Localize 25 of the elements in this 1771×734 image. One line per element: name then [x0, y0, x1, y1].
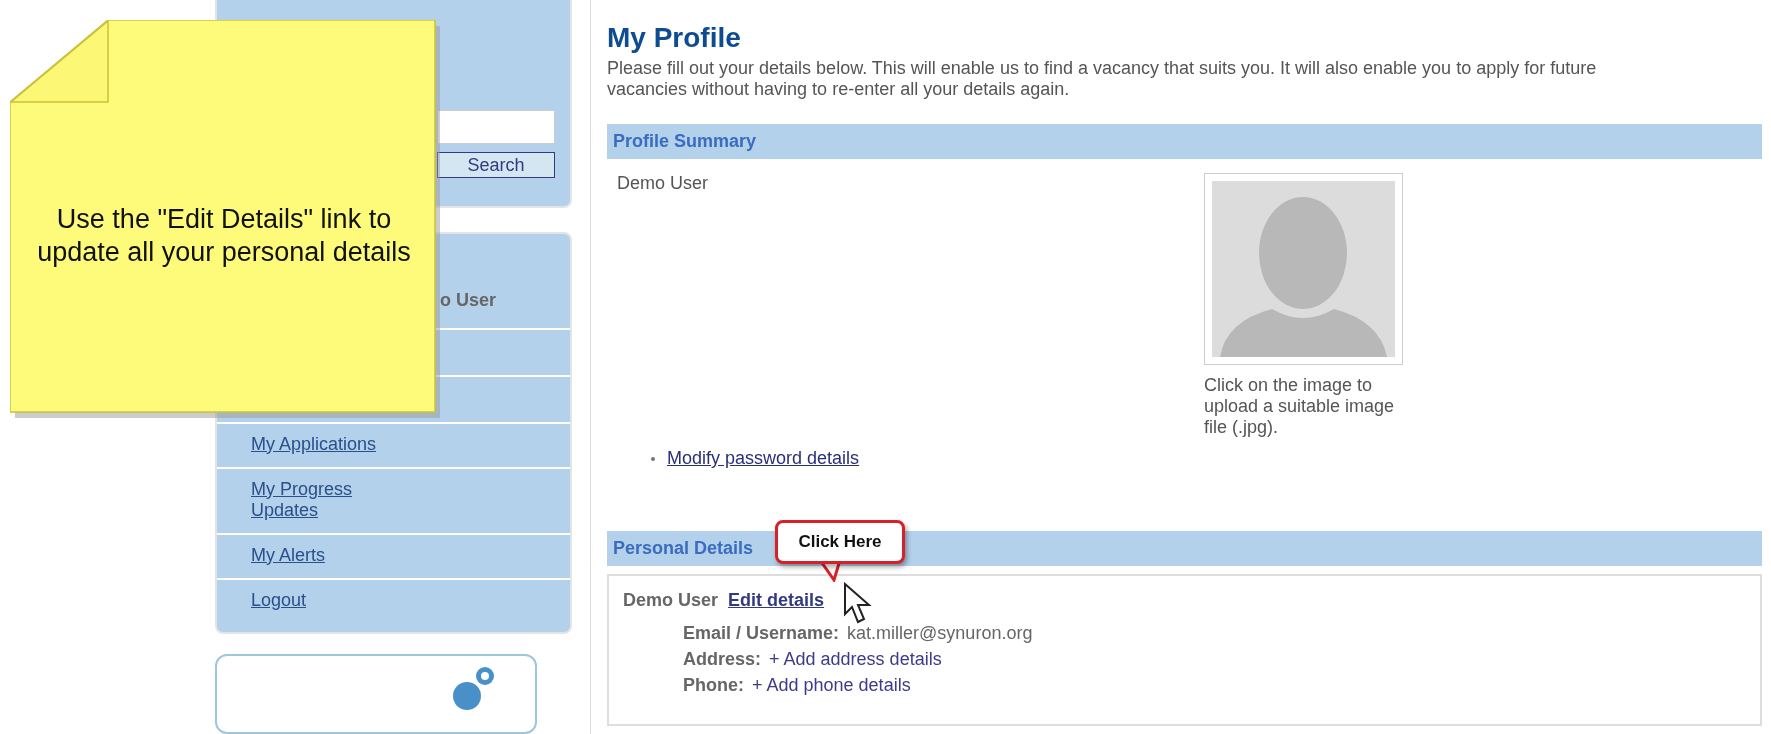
folded-corner-icon: [10, 20, 109, 103]
add-link[interactable]: + Add address details: [769, 649, 942, 670]
search-button[interactable]: Search: [437, 152, 555, 178]
avatar-placeholder[interactable]: [1204, 173, 1403, 365]
edit-link[interactable]: Edit details: [728, 590, 825, 611]
search-field[interactable]: [437, 110, 555, 144]
user-name: Demo User: [617, 173, 709, 193]
field-label: Phone:: [683, 675, 744, 696]
note-text: Use the "Edit Details" link to update all your personal details: [36, 203, 412, 269]
section-header: Profile Summary: [607, 124, 1762, 159]
sidebar-link[interactable]: My Applications: [251, 433, 377, 455]
add-link[interactable]: + Add phone details: [752, 675, 911, 696]
page-title: My Profile: [607, 22, 742, 54]
bullet-icon: [651, 456, 655, 461]
password-link[interactable]: Modify password details: [667, 448, 860, 469]
field-label: Email / Username:: [683, 623, 840, 644]
photo-caption: Click on the image to upload a suitable image file (.jpg).: [1204, 375, 1396, 438]
field-label: Address:: [683, 649, 762, 670]
sidebar-link[interactable]: My Alerts: [251, 544, 325, 566]
user-name: Demo User: [623, 590, 719, 611]
user-name: o User: [439, 289, 496, 312]
intro-text: Please fill out your details below. This will enable us to find a vacancy that suits you. It will also enable you to apply for future vacancies without having to re-enter all your details again.: [607, 58, 1598, 100]
sidebar-link[interactable]: My Progress Updates: [251, 478, 381, 521]
field-value: kat.miller@synuron.org: [847, 623, 1033, 644]
sidebar-link[interactable]: Logout: [251, 589, 307, 611]
